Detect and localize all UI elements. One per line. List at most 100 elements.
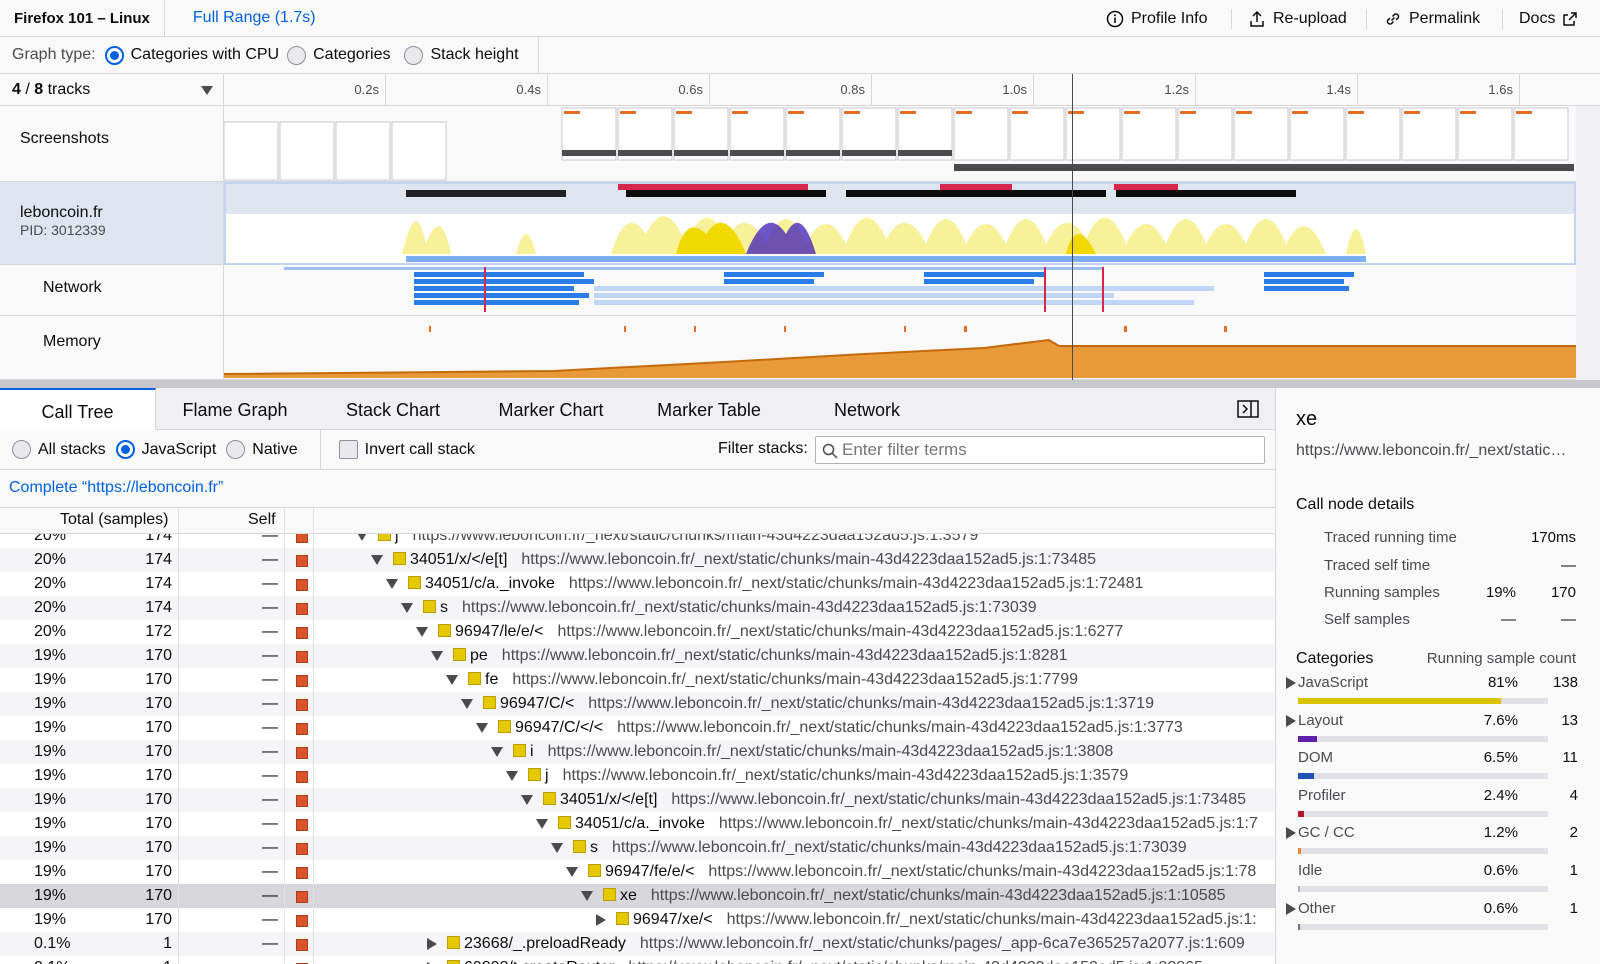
table-row[interactable]: 19% 170—96947/fe/e/< https://www.leboncoin… (0, 860, 1275, 884)
table-row[interactable]: 19% 170— pe https://www.leboncoin.fr/_next/… (0, 644, 1275, 668)
table-row[interactable]: 19% 170—96947/C/< https://www.leboncoin.fr… (0, 692, 1275, 716)
category-row[interactable]: JavaScript 81% 138 (1286, 674, 1578, 712)
graph-type-radio-stack-height[interactable] (404, 45, 424, 65)
network-track-graph[interactable] (224, 265, 1576, 316)
table-row[interactable]: 20% 174—34051/c/a._invoke https://www.lebo… (0, 572, 1275, 596)
docs-button[interactable]: Docs (1519, 0, 1578, 37)
total-samples-header[interactable]: Total (samples) (60, 511, 168, 529)
category-row[interactable]: Layout 7.6% 13 (1286, 712, 1578, 750)
table-row[interactable]: 19% 170—96947/xe/< https://www.leboncoin.f… (0, 908, 1275, 932)
track-memory[interactable]: Memory (0, 316, 224, 380)
range-breadcrumb[interactable]: Full Range (1.7s) (165, 9, 316, 27)
call-tree-breadcrumb[interactable]: Complete “https://leboncoin.fr” (0, 470, 1275, 508)
category-row[interactable]: DOM 6.5% 11 (1298, 749, 1578, 787)
collapse-triangle-icon[interactable] (446, 674, 458, 685)
graph-type-option[interactable]: Categories with CPU (131, 46, 280, 64)
collapse-triangle-icon[interactable] (491, 746, 503, 757)
category-row[interactable]: Idle 0.6% 1 (1298, 862, 1578, 900)
call-tree-rows[interactable]: 20% 174— j https://www.leboncoin.fr/_next/s… (0, 534, 1275, 964)
self-header[interactable]: Self (248, 511, 276, 529)
collapse-triangle-icon[interactable] (416, 626, 428, 637)
collapse-triangle-icon[interactable] (461, 698, 473, 709)
collapse-triangle-icon[interactable] (566, 866, 578, 877)
graph-type-option[interactable]: Stack height (430, 46, 518, 64)
collapse-triangle-icon[interactable] (536, 818, 548, 829)
invert-call-stack-label[interactable]: Invert call stack (365, 441, 475, 459)
collapse-triangle-icon[interactable] (401, 602, 413, 613)
graph-type-radio-categories-cpu[interactable] (104, 45, 124, 65)
collapse-triangle-icon[interactable] (356, 534, 368, 541)
category-row[interactable]: GC / CC 1.2% 2 (1286, 824, 1578, 862)
graph-type-radio-categories[interactable] (287, 45, 307, 65)
all-stacks-radio[interactable] (12, 440, 31, 459)
table-row[interactable]: 19% 170— fe https://www.leboncoin.fr/_next/… (0, 668, 1275, 692)
call-node: pe https://www.leboncoin.fr/_next/static/… (431, 647, 1068, 665)
expand-triangle-icon[interactable] (596, 913, 606, 926)
category-bar-fill (1298, 735, 1317, 742)
stack-type-option[interactable]: All stacks (38, 441, 106, 459)
table-row[interactable]: 20% 174— j https://www.leboncoin.fr/_next/s… (0, 534, 1275, 548)
table-row[interactable]: 19% 170—96947/C/</< https://www.leboncoin.… (0, 716, 1275, 740)
tab-marker-table[interactable]: Marker Table (630, 388, 788, 430)
expand-triangle-icon[interactable] (427, 937, 437, 950)
javascript-category-icon (483, 696, 496, 709)
invert-call-stack-checkbox[interactable] (338, 440, 358, 459)
collapse-triangle-icon[interactable] (431, 650, 443, 661)
track-count-button[interactable]: 4 / 8 tracks (0, 74, 224, 106)
profile-info-button[interactable]: Profile Info (1106, 0, 1207, 37)
track-network[interactable]: Network (0, 265, 224, 316)
collapse-triangle-icon[interactable] (521, 794, 533, 805)
call-tree-header: Total (samples) Self (0, 508, 1275, 534)
stack-type-option[interactable]: Native (252, 441, 297, 459)
expand-triangle-icon[interactable] (1286, 827, 1296, 840)
category-row[interactable]: Other 0.6% 1 (1286, 900, 1578, 938)
permalink-button[interactable]: Permalink (1384, 0, 1480, 37)
track-screenshots[interactable]: Screenshots (0, 106, 224, 182)
javascript-category-icon (438, 624, 451, 637)
docs-label: Docs (1519, 10, 1556, 27)
collapse-triangle-icon[interactable] (386, 578, 398, 589)
reupload-button[interactable]: Re-upload (1248, 0, 1347, 37)
graph-type-option[interactable]: Categories (313, 46, 390, 64)
table-row[interactable]: 19% 170— xe https://www.leboncoin.fr/_next/… (0, 884, 1275, 908)
table-row[interactable]: 20% 172—96947/le/e/< https://www.leboncoin… (0, 620, 1275, 644)
stack-type-option[interactable]: JavaScript (142, 441, 217, 459)
javascript-radio[interactable] (115, 440, 135, 459)
tab-call-tree[interactable]: Call Tree (0, 388, 156, 431)
table-row[interactable]: 19% 170— i https://www.leboncoin.fr/_next/s… (0, 740, 1275, 764)
tab-network[interactable]: Network (788, 388, 946, 430)
expand-triangle-icon[interactable] (1286, 714, 1296, 727)
collapse-triangle-icon[interactable] (551, 842, 563, 853)
cpu-activity-graph[interactable] (224, 182, 1576, 265)
tab-stack-chart[interactable]: Stack Chart (314, 388, 472, 430)
category-bar-fill (1298, 886, 1300, 892)
panel-splitter[interactable] (0, 380, 1600, 388)
table-row[interactable]: 19% 170—34051/x/</e[t] https://www.lebonco… (0, 788, 1275, 812)
memory-track-graph[interactable] (224, 316, 1576, 380)
collapse-triangle-icon[interactable] (476, 722, 488, 733)
tab-flame-graph[interactable]: Flame Graph (156, 388, 314, 430)
expand-triangle-icon[interactable] (1286, 902, 1296, 915)
track-process[interactable]: leboncoin.fr PID: 3012339 (0, 182, 224, 265)
collapse-triangle-icon[interactable] (581, 890, 593, 901)
table-row[interactable]: 20% 174—34051/x/</e[t] https://www.lebonco… (0, 548, 1275, 572)
total-count: 170 (145, 719, 172, 736)
collapse-triangle-icon[interactable] (506, 770, 518, 781)
table-row[interactable]: 0.1%1—69898/t.createRouterhttps://www.le… (0, 956, 1275, 964)
tab-marker-chart[interactable]: Marker Chart (472, 388, 630, 430)
table-row[interactable]: 20% 174— s https://www.leboncoin.fr/_next/s… (0, 596, 1275, 620)
filter-stacks-field[interactable] (815, 436, 1265, 464)
expand-triangle-icon[interactable] (1286, 677, 1296, 689)
collapse-triangle-icon[interactable] (371, 554, 383, 565)
table-row[interactable]: 0.1% 1—23668/_.preloadReady https://www.le… (0, 932, 1275, 956)
category-swatch (296, 555, 308, 567)
category-row[interactable]: Profiler 2.4% 4 (1298, 787, 1578, 825)
info-icon (1106, 10, 1124, 27)
native-radio[interactable] (226, 440, 246, 459)
screenshots-strip[interactable] (224, 106, 1576, 182)
table-row[interactable]: 19% 170—34051/c/a._invoke https://www.lebo… (0, 812, 1275, 836)
table-row[interactable]: 19% 170— s https://www.leboncoin.fr/_next/s… (0, 836, 1275, 860)
table-row[interactable]: 19% 170— j https://www.leboncoin.fr/_next/s… (0, 764, 1275, 788)
sidebar-toggle-icon[interactable] (1237, 400, 1259, 418)
filter-stacks-input[interactable] (842, 439, 1252, 461)
